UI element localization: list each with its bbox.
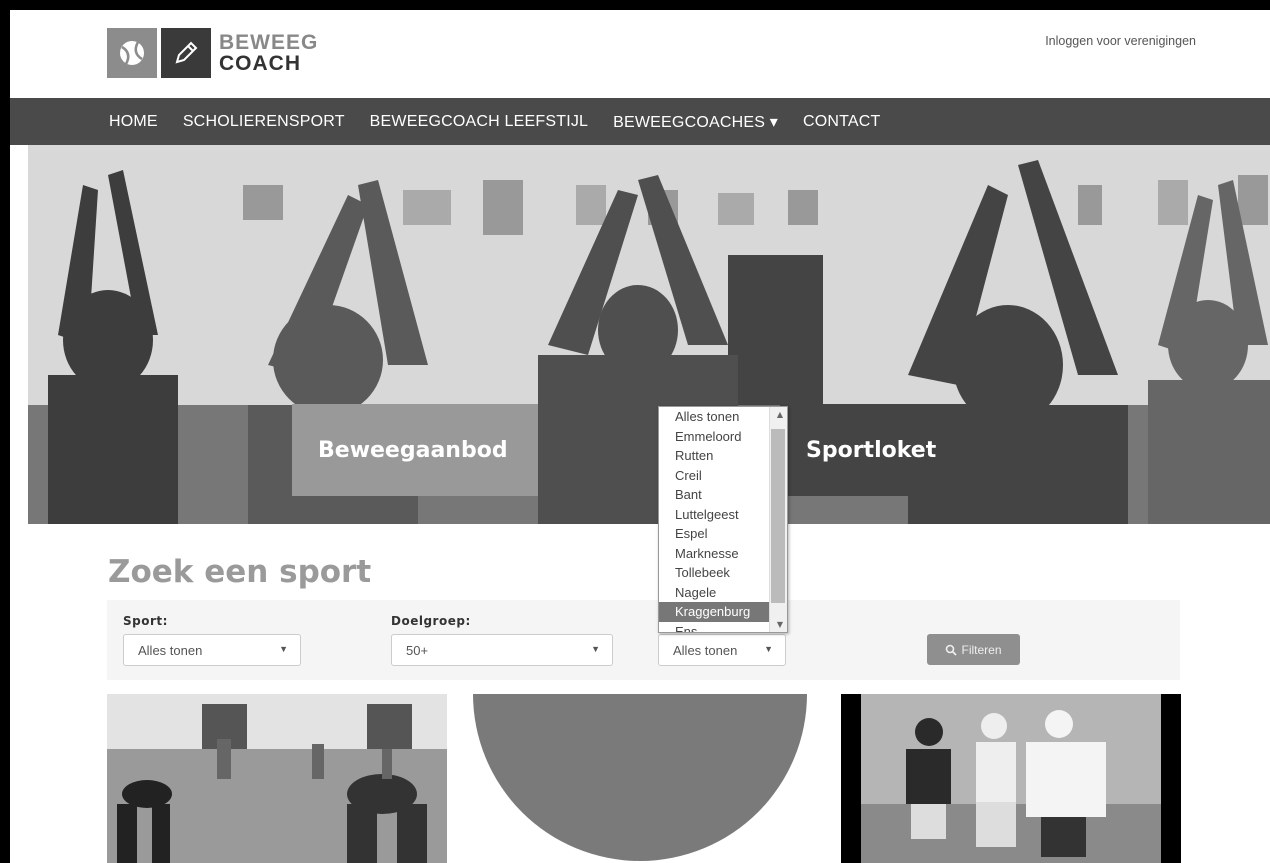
dropdown-scrollbar[interactable]: ▲ ▼ xyxy=(769,407,787,632)
hero-banner: Beweegaanbod Sportloket xyxy=(28,145,1270,524)
dropdown-option-selected[interactable]: Kraggenburg xyxy=(659,602,787,622)
dropdown-option[interactable]: Tollebeek xyxy=(659,563,787,583)
chevron-down-icon: ▼ xyxy=(591,644,600,654)
nav-item-scholierensport[interactable]: SCHOLIERENSPORT xyxy=(183,113,345,131)
nav-item-beweegcoach-leefstijl[interactable]: BEWEEGCOACH LEEFSTIJL xyxy=(370,113,588,131)
nav-item-contact[interactable]: CONTACT xyxy=(803,113,881,131)
dropdown-option[interactable]: Marknesse xyxy=(659,544,787,564)
dropdown-option[interactable]: Ens xyxy=(659,622,787,633)
sport-card-placeholder[interactable] xyxy=(473,694,807,863)
dropdown-option[interactable]: Emmeloord xyxy=(659,427,787,447)
filter-button[interactable]: Filteren xyxy=(927,634,1020,665)
site-logo[interactable]: BEWEEG COACH xyxy=(107,28,318,78)
dropdown-option[interactable]: Bant xyxy=(659,485,787,505)
sport-label: Sport: xyxy=(123,614,168,628)
section-title: Zoek een sport xyxy=(108,554,372,590)
beweegaanbod-tile[interactable]: Beweegaanbod xyxy=(292,404,538,496)
logo-line-2: COACH xyxy=(219,52,301,75)
sportloket-tile[interactable]: Sportloket xyxy=(780,404,995,496)
sport-card-walking[interactable] xyxy=(841,694,1181,863)
tennis-ball-icon xyxy=(107,28,157,78)
plaats-select[interactable]: Alles tonen ▼ xyxy=(658,634,786,666)
sport-select-value: Alles tonen xyxy=(138,643,203,658)
nav-item-home[interactable]: HOME xyxy=(109,113,158,131)
card-photo xyxy=(107,694,447,863)
card-circle-graphic xyxy=(473,694,807,861)
scroll-down-icon[interactable]: ▼ xyxy=(777,620,783,629)
search-icon xyxy=(946,644,958,656)
sport-card-gym[interactable] xyxy=(107,694,447,863)
plaats-dropdown-list[interactable]: Alles tonen Emmeloord Rutten Creil Bant … xyxy=(658,406,788,633)
dropdown-option[interactable]: Creil xyxy=(659,466,787,486)
dropdown-option[interactable]: Espel xyxy=(659,524,787,544)
filter-button-label: Filteren xyxy=(961,642,1002,657)
main-nav: HOME SCHOLIERENSPORT BEWEEGCOACH LEEFSTI… xyxy=(10,98,1270,145)
scroll-thumb[interactable] xyxy=(771,429,785,603)
login-link[interactable]: Inloggen voor verenigingen xyxy=(1045,34,1196,48)
dropdown-option[interactable]: Rutten xyxy=(659,446,787,466)
doelgroep-select[interactable]: 50+ ▼ xyxy=(391,634,613,666)
doelgroep-select-value: 50+ xyxy=(406,643,429,658)
sport-select[interactable]: Alles tonen ▼ xyxy=(123,634,301,666)
card-photo xyxy=(861,694,1161,863)
chevron-down-icon: ▼ xyxy=(764,644,773,654)
scroll-up-icon[interactable]: ▲ xyxy=(777,410,783,419)
dropdown-option[interactable]: Alles tonen xyxy=(659,407,787,427)
nav-item-beweegcoaches[interactable]: BEWEEGCOACHES ▾ xyxy=(613,112,778,132)
plaats-select-value: Alles tonen xyxy=(673,643,738,658)
logo-line-1: BEWEEG xyxy=(219,31,319,54)
logo-wordmark: BEWEEG COACH xyxy=(219,32,318,74)
page: BEWEEG COACH Inloggen voor verenigingen … xyxy=(10,10,1270,863)
pencil-icon xyxy=(161,28,211,78)
hero-photo xyxy=(28,145,1270,524)
doelgroep-label: Doelgroep: xyxy=(391,614,471,628)
dropdown-option[interactable]: Luttelgeest xyxy=(659,505,787,525)
chevron-down-icon: ▼ xyxy=(279,644,288,654)
dropdown-option[interactable]: Nagele xyxy=(659,583,787,603)
